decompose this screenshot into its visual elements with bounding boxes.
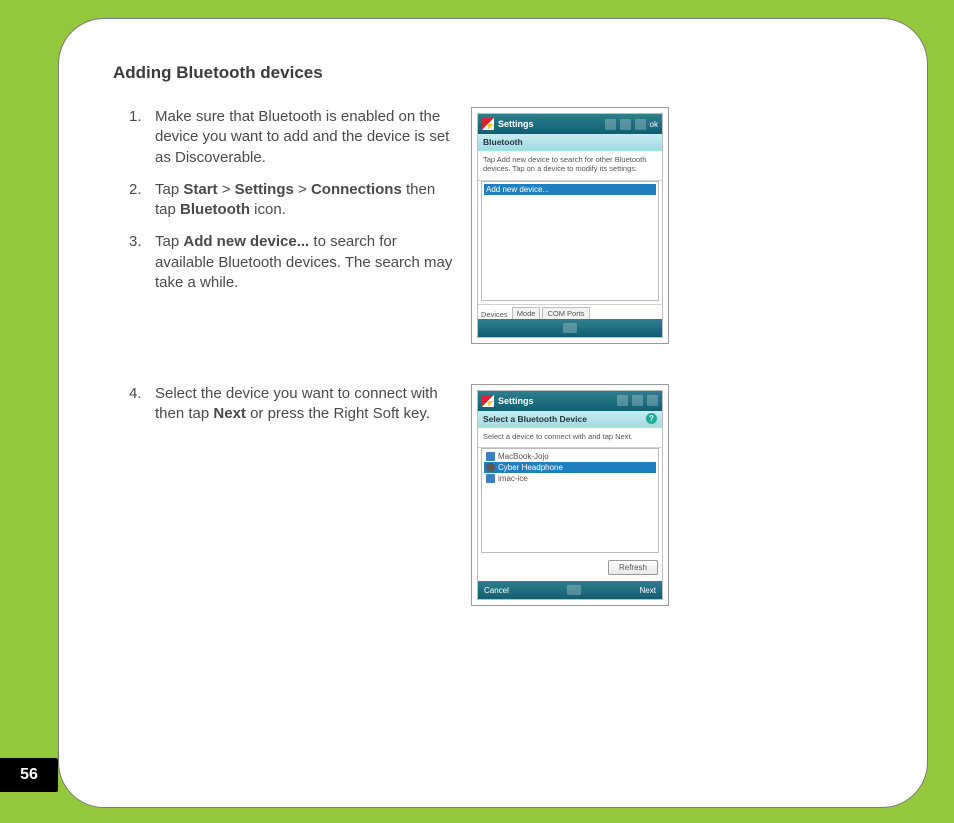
screenshot-bluetooth-settings: Settings ok Bluetooth Tap Add new device… (471, 107, 669, 344)
page-number: 56 (0, 758, 58, 792)
device-list: MacBook-Jojo Cyber Headphone imac-ice (481, 448, 659, 553)
volume-icon (635, 119, 646, 130)
step-2: Tap Start > Settings > Connections then … (155, 180, 453, 221)
step-text: or press the Right Soft key. (246, 405, 430, 422)
bold: Bluetooth (180, 201, 250, 218)
step-text: Tap (155, 233, 183, 250)
section-heading: Adding Bluetooth devices (113, 63, 873, 83)
device-label: imac-ice (498, 474, 528, 483)
volume-icon (647, 395, 658, 406)
keyboard-icon (567, 585, 581, 595)
step-1: Make sure that Bluetooth is enabled on t… (155, 107, 453, 168)
bold: Add new device... (183, 233, 309, 250)
tab-com-ports: COM Ports (542, 307, 589, 319)
device-item-selected: Cyber Headphone (484, 462, 656, 473)
step-text: Tap (155, 181, 183, 198)
device-icon (486, 452, 495, 461)
signal-icon (605, 119, 616, 130)
step-4: Select the device you want to connect wi… (155, 384, 453, 425)
wm-footer (478, 319, 662, 337)
device-item: imac-ice (484, 473, 656, 484)
wm-titlebar: Settings ok (478, 114, 662, 134)
device-list: Add new device... (481, 181, 659, 301)
steps-col-1: Make sure that Bluetooth is enabled on t… (113, 107, 453, 305)
wm-subheader: Select a Bluetooth Device ? (478, 411, 662, 428)
wm-title: Settings (498, 396, 613, 406)
tabs-label: Devices (481, 310, 508, 319)
start-icon (482, 395, 494, 407)
item-label: Add new device... (486, 185, 549, 194)
wm-hint: Select a device to connect with and tap … (478, 428, 662, 448)
add-new-device-item: Add new device... (484, 184, 656, 195)
tab-mode: Mode (512, 307, 541, 319)
device-label: Cyber Headphone (498, 463, 563, 472)
device-icon (486, 474, 495, 483)
button-row: Refresh (478, 556, 662, 581)
soft-key-right: Next (640, 586, 656, 595)
wm-subheader: Bluetooth (478, 134, 662, 151)
screenshot-select-device: Settings Select a Bluetooth Device ? Sel… (471, 384, 669, 606)
wm-tabs: Devices Mode COM Ports (478, 304, 662, 319)
step-3: Tap Add new device... to search for avai… (155, 232, 453, 293)
step-text: icon. (250, 201, 286, 218)
wifi-icon (620, 119, 631, 130)
sep: > (294, 181, 311, 198)
bold: Start (183, 181, 217, 198)
signal-icon (617, 395, 628, 406)
wm-hint: Tap Add new device to search for other B… (478, 151, 662, 181)
sep: > (218, 181, 235, 198)
headphone-icon (486, 463, 495, 472)
keyboard-icon (563, 323, 577, 333)
start-icon (482, 118, 494, 130)
ok-button: ok (650, 120, 658, 129)
manual-page-card: Adding Bluetooth devices Make sure that … (58, 18, 928, 808)
bold: Connections (311, 181, 402, 198)
soft-key-left: Cancel (484, 586, 509, 595)
device-label: MacBook-Jojo (498, 452, 549, 461)
help-icon: ? (646, 413, 657, 424)
wm-subheader-text: Select a Bluetooth Device (483, 414, 587, 424)
steps-col-2: Select the device you want to connect wi… (113, 384, 453, 437)
step-text: Make sure that Bluetooth is enabled on t… (155, 108, 449, 166)
bold: Settings (235, 181, 294, 198)
instruction-block-2: Select the device you want to connect wi… (113, 384, 873, 606)
wm-titlebar: Settings (478, 391, 662, 411)
instruction-block-1: Make sure that Bluetooth is enabled on t… (113, 107, 873, 344)
device-item: MacBook-Jojo (484, 451, 656, 462)
wifi-icon (632, 395, 643, 406)
wm-title: Settings (498, 119, 601, 129)
wm-footer: Cancel Next (478, 581, 662, 599)
bold: Next (213, 405, 246, 422)
refresh-button: Refresh (608, 560, 658, 575)
